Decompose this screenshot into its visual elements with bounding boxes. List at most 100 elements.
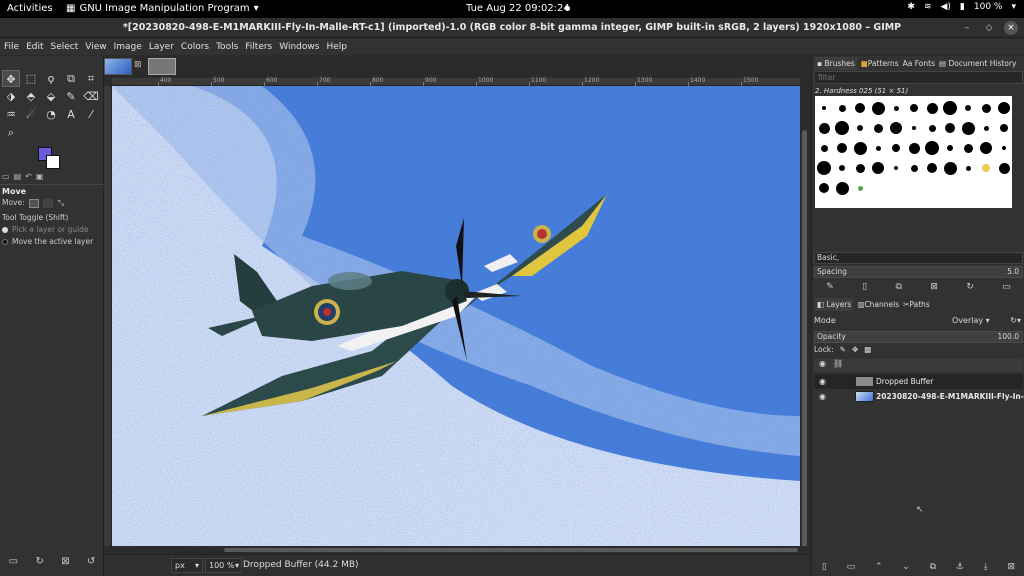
paintbrush-icon[interactable]: ✎ [62,88,80,105]
clock[interactable]: Tue Aug 22 09:02:24 [466,3,570,14]
new-brush-icon[interactable]: ▯ [862,282,867,292]
pick-layer-option[interactable]: Pick a layer or guide [2,225,89,234]
wifi-icon[interactable]: ≋ [924,2,932,12]
lock-position-icon[interactable]: ✥ [852,345,858,354]
menu-edit[interactable]: Edit [26,39,43,55]
unit-select[interactable]: px ▾ [171,558,203,573]
duplicate-brush-icon[interactable]: ⧉ [896,282,902,292]
vertical-scroll-thumb[interactable] [802,130,807,570]
move-selection-icon[interactable] [43,198,54,208]
horizontal-scroll-thumb[interactable] [224,548,798,552]
menu-image[interactable]: Image [114,39,142,55]
brush-preset-item[interactable] [908,142,920,154]
tab-document-history[interactable]: ▤ Document History [939,57,1016,70]
anchor-layer-icon[interactable]: ⚓ [956,562,964,572]
brush-preset-item[interactable] [893,105,899,111]
battery-icon[interactable]: ▮ [960,2,965,12]
delete-layer-icon[interactable]: ⊠ [1008,562,1016,572]
brush-preset-item[interactable] [871,101,885,115]
color-picker-icon[interactable]: ⁄ [82,106,100,123]
fuzzy-select-icon[interactable]: ⧉ [62,70,80,87]
brush-preset-item[interactable] [945,123,955,133]
brush-preset-item[interactable] [835,121,849,135]
brush-preset-item[interactable] [837,143,847,153]
brush-preset-item[interactable] [1000,124,1008,132]
brush-preset-item[interactable] [857,185,863,191]
brush-preset-item[interactable] [839,165,845,171]
images-tab-icon[interactable]: ▣ [36,172,44,181]
system-tray[interactable]: ✱ ≋ ◀) ▮ 100 % ▾ [907,2,1016,12]
brush-preset-item[interactable] [982,164,990,172]
brush-preset-item[interactable] [926,102,938,114]
brush-preset-item[interactable] [894,166,898,170]
brush-preset-item[interactable] [835,181,849,195]
menu-colors[interactable]: Colors [181,39,209,55]
brush-preset-item[interactable] [947,145,953,151]
tab-layers[interactable]: ◧ Layers [815,298,854,311]
brush-preset-item[interactable] [981,103,991,113]
raise-layer-icon[interactable]: ⌃ [875,562,883,572]
brush-preset-item[interactable] [910,164,918,172]
tool-options-tab-icon[interactable]: ▭ [2,172,10,181]
close-button[interactable]: × [1004,21,1018,35]
move-active-layer-option[interactable]: Move the active layer [2,237,93,246]
tab-brushes[interactable]: ▪ Brushes [815,57,857,70]
rect-select-icon[interactable]: ⬚ [22,70,40,87]
brush-preset-item[interactable] [857,125,863,131]
volume-icon[interactable]: ◀) [940,2,950,12]
tab-channels[interactable]: ▥Channels [857,298,899,311]
smudge-icon[interactable]: ☄ [22,106,40,123]
radio-unselected[interactable] [2,239,8,245]
brush-preset-item[interactable] [961,121,975,135]
brush-preset-item[interactable] [817,161,831,175]
chevron-down-icon[interactable]: ▾ [1011,2,1016,12]
new-layer-icon[interactable]: ▯ [822,562,827,572]
brush-grid[interactable] [815,96,1012,208]
opacity-slider[interactable]: Opacity 100.0 [814,331,1023,343]
image-canvas[interactable] [112,86,800,546]
brush-preset-item[interactable] [965,105,971,111]
transform-icon[interactable]: ⬗ [2,88,20,105]
brush-preset-item[interactable] [822,106,826,110]
menu-help[interactable]: Help [326,39,347,55]
brush-preset-item[interactable] [872,162,884,174]
brush-filter-input[interactable]: filter [814,71,1023,84]
tab-paths[interactable]: ✂Paths [903,298,930,311]
layer-row[interactable]: ◉ Dropped Buffer [814,374,1023,389]
brush-preset-item[interactable] [910,104,918,112]
merge-layer-icon[interactable]: ⤓ [984,562,988,572]
brush-preset-item[interactable] [912,126,916,130]
brush-preset-item[interactable] [1002,146,1006,150]
close-tab-icon[interactable]: ⊠ [134,60,142,70]
accessibility-icon[interactable]: ✱ [907,2,915,12]
menu-select[interactable]: Select [51,39,79,55]
dropped-buffer-tab[interactable] [148,58,176,75]
brush-preset-item[interactable] [965,165,971,171]
crop-icon[interactable]: ⌗ [82,70,100,87]
tab-patterns[interactable]: ■Patterns [861,57,899,70]
brush-preset-item[interactable] [892,144,900,152]
device-status-tab-icon[interactable]: ▤ [14,172,22,181]
undo-history-tab-icon[interactable]: ↶ [25,172,32,181]
eraser-icon[interactable]: ⌫ [82,88,100,105]
brush-preset-item[interactable] [853,141,867,155]
menu-view[interactable]: View [85,39,106,55]
tab-fonts[interactable]: Aa Fonts [903,57,935,70]
eye-icon[interactable]: ◉ [819,374,826,389]
open-brush-icon[interactable]: ▭ [1002,282,1011,292]
brush-preset-item[interactable] [873,123,883,133]
mode-reset-icon[interactable]: ↻▾ [1010,314,1021,328]
zoom-select[interactable]: 100 % ▾ [205,558,242,573]
text-tool-icon[interactable]: A [62,106,80,123]
menu-windows[interactable]: Windows [279,39,319,55]
lock-pixels-icon[interactable]: ✎ [840,345,846,354]
brush-preset-item[interactable] [963,143,973,153]
brush-preset-item[interactable] [890,122,902,134]
brush-preset-item[interactable] [855,103,865,113]
move-tool-icon[interactable]: ✥ [2,70,20,87]
brush-preset-item[interactable] [998,102,1010,114]
maximize-button[interactable]: ◇ [982,21,996,35]
menu-filters[interactable]: Filters [245,39,272,55]
brush-preset-item[interactable] [943,161,957,175]
delete-options-icon[interactable]: ⊠ [61,556,69,567]
